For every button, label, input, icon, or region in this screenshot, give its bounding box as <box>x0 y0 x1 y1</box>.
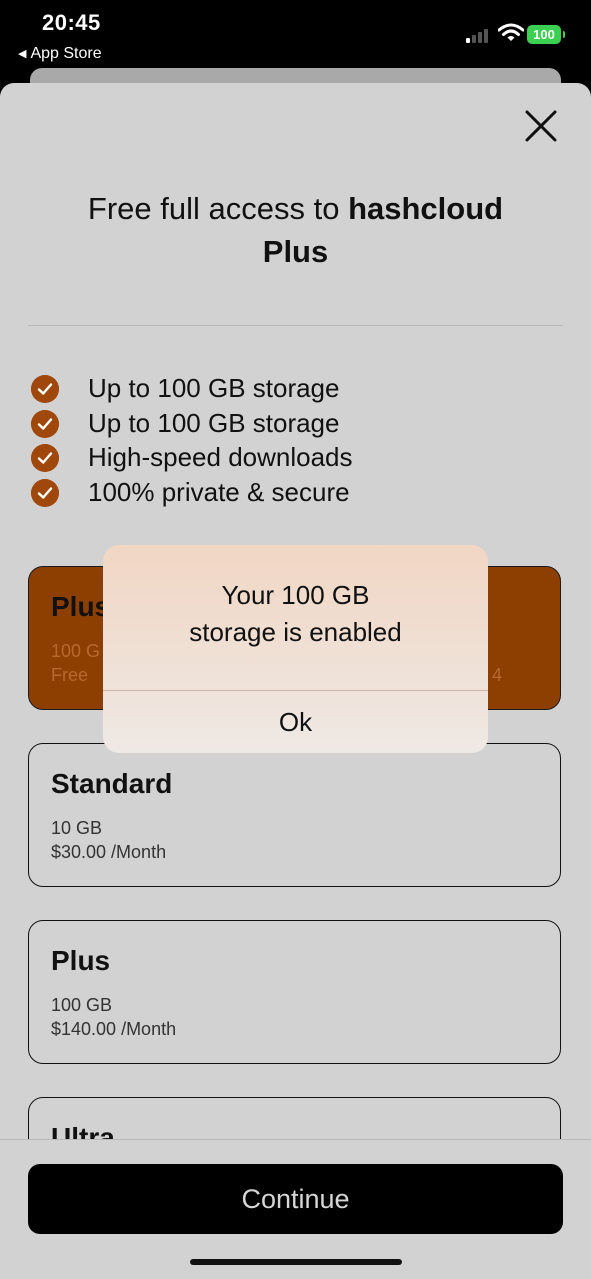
back-to-app-store-link[interactable]: ◀ App Store <box>18 45 102 63</box>
back-link-label: App Store <box>30 45 102 62</box>
divider <box>28 325 563 326</box>
feature-label: Up to 100 GB storage <box>88 407 340 438</box>
plan-price-suffix: 4 <box>491 665 502 685</box>
plan-name: Plus <box>51 591 111 622</box>
wifi-icon <box>498 23 524 41</box>
ok-button[interactable]: Ok <box>103 691 488 753</box>
title-brand: hashcloud <box>348 191 504 226</box>
plan-name: Standard <box>51 768 173 799</box>
storage-enabled-alert: Your 100 GB storage is enabled Ok <box>103 545 488 753</box>
home-indicator[interactable] <box>190 1259 402 1265</box>
plan-name: Plus <box>51 945 111 976</box>
title-prefix: Free full access to <box>87 191 349 226</box>
checkmark-icon <box>31 478 59 507</box>
page-title: Free full access to hashcloud Plus <box>40 187 551 273</box>
plan-storage: 100 G <box>51 641 101 661</box>
close-icon[interactable] <box>522 107 560 145</box>
alert-message-line1: Your 100 GB <box>221 580 370 610</box>
checkmark-icon <box>31 444 59 472</box>
checkmark-icon <box>31 375 59 403</box>
title-suffix: Plus <box>262 234 329 269</box>
plan-price: $30.00 /Month <box>51 842 167 862</box>
back-triangle-icon: ◀ <box>18 48 27 60</box>
plan-price: Free <box>51 665 89 685</box>
plan-card-plus[interactable]: Plus 100 GB $140.00 /Month <box>28 920 561 1064</box>
feature-label: 100% private & secure <box>88 476 350 507</box>
plan-storage: 100 GB <box>51 995 113 1015</box>
continue-button[interactable]: Continue <box>28 1164 563 1234</box>
battery-icon: 100 <box>527 25 565 44</box>
status-bar: 20:45 ◀ App Store 100 <box>0 0 591 70</box>
alert-message: Your 100 GB storage is enabled <box>103 577 488 651</box>
plan-price: $140.00 /Month <box>51 1019 177 1039</box>
feature-label: Up to 100 GB storage <box>88 373 340 403</box>
clock: 20:45 <box>42 10 101 35</box>
checkmark-icon <box>31 409 59 438</box>
cellular-signal-icon <box>466 28 492 43</box>
alert-message-line2: storage is enabled <box>189 617 402 647</box>
feature-label: High-speed downloads <box>88 442 353 472</box>
plan-card-standard[interactable]: Standard 10 GB $30.00 /Month <box>28 743 561 887</box>
plan-storage: 10 GB <box>51 818 103 838</box>
